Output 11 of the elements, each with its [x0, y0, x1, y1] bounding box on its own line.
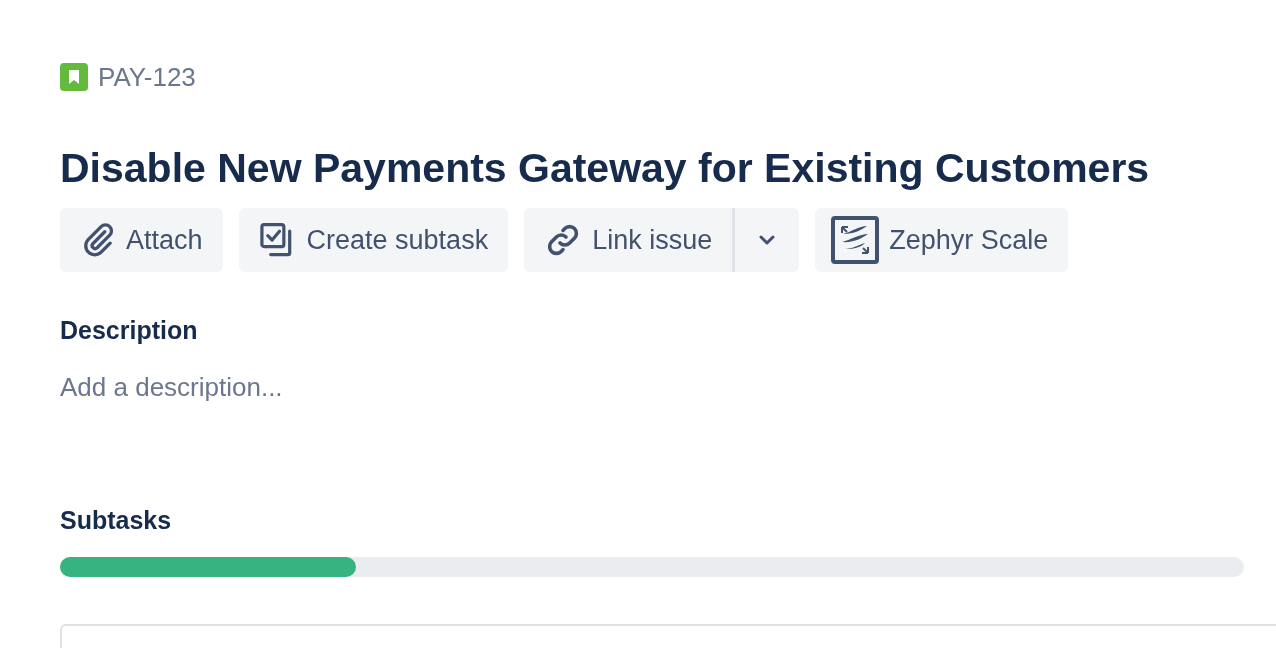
- issue-title: Disable New Payments Gateway for Existing Customers: [60, 144, 1151, 193]
- bookmark-icon: [60, 63, 88, 91]
- description-placeholder[interactable]: Add a description...: [60, 370, 1276, 404]
- issue-key[interactable]: PAY-123: [98, 57, 196, 97]
- zephyr-logo-icon: [831, 216, 880, 264]
- subtasks-heading: Subtasks: [60, 505, 173, 536]
- create-subtask-button[interactable]: Create subtask: [238, 208, 509, 272]
- chevron-down-icon: [758, 234, 777, 246]
- zephyr-scale-button[interactable]: Zephyr Scale: [815, 208, 1069, 272]
- description-heading: Description: [60, 315, 199, 346]
- attach-button[interactable]: Attach: [60, 208, 223, 272]
